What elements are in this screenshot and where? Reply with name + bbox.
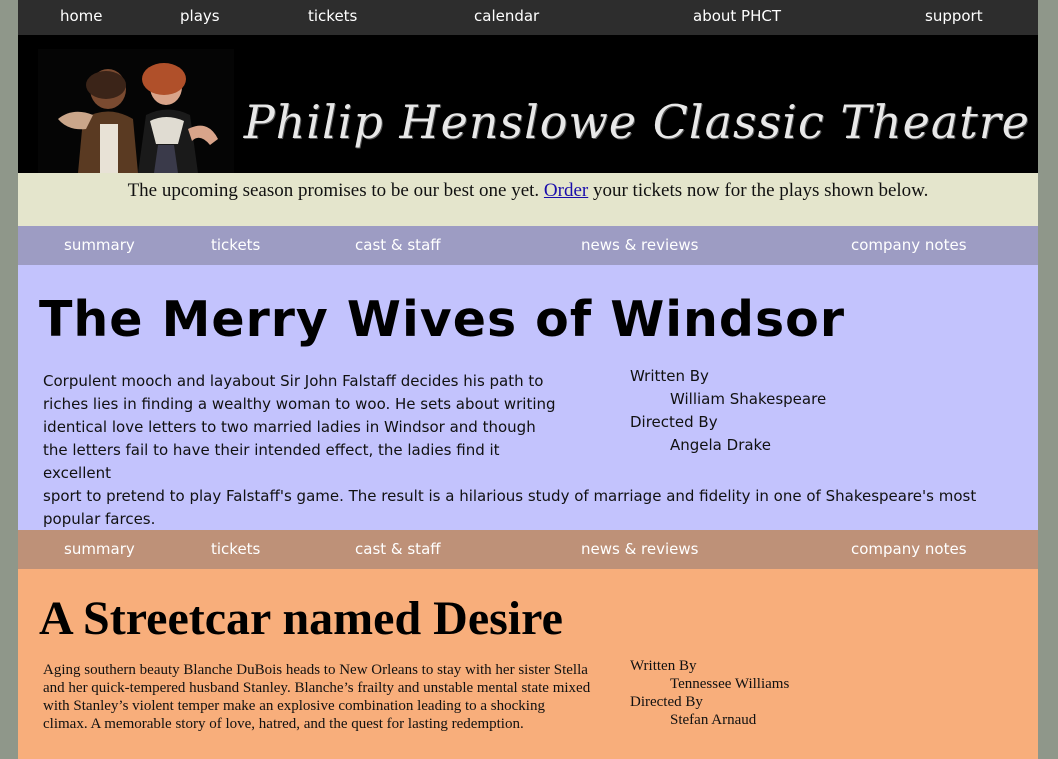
written-by-label: Written By [630, 367, 709, 385]
tab-company-notes[interactable]: company notes [851, 540, 967, 558]
play-credits: Written By Tennessee Williams Directed B… [630, 657, 789, 729]
promo-text-after: your tickets now for the plays shown bel… [588, 180, 929, 201]
play-credits: Written By William Shakespeare Directed … [630, 365, 826, 457]
nav-tickets-link[interactable]: tickets [308, 7, 357, 25]
nav-home-link[interactable]: home [60, 7, 103, 25]
play-title: A Streetcar named Desire [39, 592, 563, 645]
synopsis-part-1: Corpulent mooch and layabout Sir John Fa… [43, 372, 556, 482]
written-by-label: Written By [630, 658, 697, 674]
order-link[interactable]: Order [544, 180, 588, 201]
tab-cast-staff[interactable]: cast & staff [355, 540, 441, 558]
tab-tickets[interactable]: tickets [211, 236, 260, 254]
nav-support-link[interactable]: support [925, 7, 983, 25]
promo-banner: The upcoming season promises to be our b… [18, 173, 1038, 226]
tab-news-reviews[interactable]: news & reviews [581, 540, 698, 558]
tab-company-notes[interactable]: company notes [851, 236, 967, 254]
tab-tickets[interactable]: tickets [211, 540, 260, 558]
theatre-logo-text: Philip Henslowe Classic Theatre [243, 95, 1030, 149]
directed-by-label: Directed By [630, 413, 718, 431]
play-synopsis: Aging southern beauty Blanche DuBois hea… [43, 662, 591, 732]
synopsis-part-2: sport to pretend to play Falstaff's game… [43, 487, 977, 528]
actors-photo [38, 49, 234, 173]
play-nav-streetcar: summary tickets cast & staff news & revi… [18, 530, 1038, 569]
directed-by-label: Directed By [630, 694, 703, 710]
play-section-streetcar: A Streetcar named Desire Written By Tenn… [18, 569, 1038, 759]
tab-summary[interactable]: summary [64, 236, 135, 254]
theatre-banner: Philip Henslowe Classic Theatre [18, 35, 1038, 173]
director-name: Stefan Arnaud [670, 712, 757, 728]
director-name: Angela Drake [670, 436, 771, 454]
tab-cast-staff[interactable]: cast & staff [355, 236, 441, 254]
play-title: The Merry Wives of Windsor [39, 291, 846, 348]
play-section-merry-wives: The Merry Wives of Windsor Written By Wi… [18, 265, 1038, 530]
tab-news-reviews[interactable]: news & reviews [581, 236, 698, 254]
play-nav-merry-wives: summary tickets cast & staff news & revi… [18, 226, 1038, 265]
author-name: William Shakespeare [670, 390, 827, 408]
top-nav: home plays tickets calendar about PHCT s… [18, 0, 1038, 35]
tab-summary[interactable]: summary [64, 540, 135, 558]
play-synopsis: Corpulent mooch and layabout Sir John Fa… [43, 370, 976, 531]
nav-calendar-link[interactable]: calendar [474, 7, 539, 25]
nav-about-link[interactable]: about PHCT [693, 7, 781, 25]
promo-text-before: The upcoming season promises to be our b… [127, 180, 544, 201]
author-name: Tennessee Williams [670, 676, 790, 692]
nav-plays-link[interactable]: plays [180, 7, 220, 25]
page: home plays tickets calendar about PHCT s… [18, 0, 1038, 759]
